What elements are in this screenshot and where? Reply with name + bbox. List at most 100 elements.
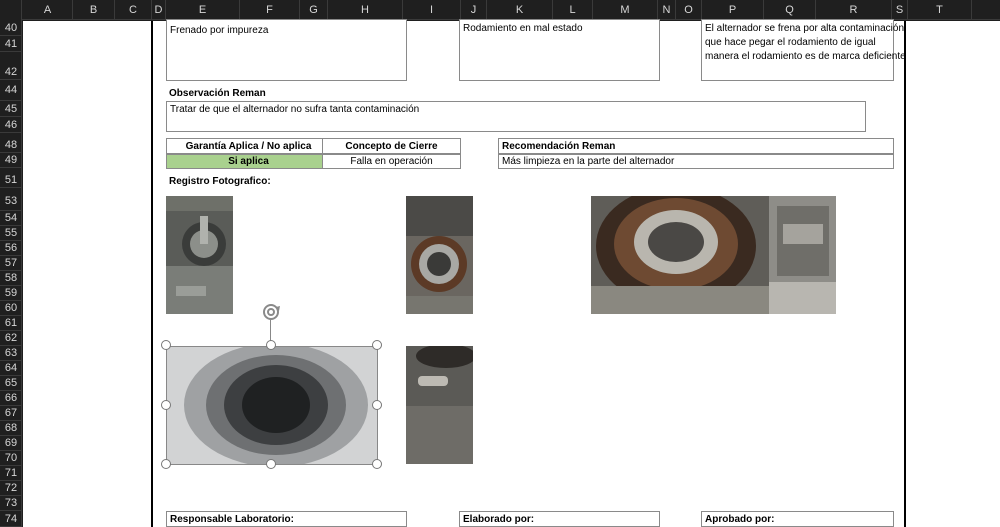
photo-stator-1[interactable] bbox=[406, 196, 473, 314]
column-b[interactable]: B bbox=[73, 0, 115, 20]
garantia-value-cell[interactable]: Si aplica bbox=[166, 154, 331, 169]
column-j[interactable]: J bbox=[461, 0, 487, 20]
column-t[interactable]: T bbox=[908, 0, 972, 20]
resize-handle-top[interactable] bbox=[266, 340, 276, 350]
row-66[interactable]: 66 bbox=[0, 391, 22, 406]
column-d[interactable]: D bbox=[152, 0, 166, 20]
resize-handle-left[interactable] bbox=[161, 400, 171, 410]
causa-text-2: Rodamiento en mal estado bbox=[463, 23, 583, 34]
column-g[interactable]: G bbox=[300, 0, 328, 20]
photo-alternator-2[interactable] bbox=[769, 196, 836, 314]
resize-handle-top-left[interactable] bbox=[161, 340, 171, 350]
column-h[interactable]: H bbox=[328, 0, 403, 20]
elaborado-box[interactable]: Elaborado por: bbox=[459, 511, 660, 527]
row-49[interactable]: 49 bbox=[0, 153, 22, 168]
causa-text-3-line1: El alternador se frena por alta contamin… bbox=[705, 23, 905, 34]
form-border-left bbox=[151, 21, 153, 527]
column-l[interactable]: L bbox=[553, 0, 593, 20]
row-69[interactable]: 69 bbox=[0, 436, 22, 451]
row-48[interactable]: 48 bbox=[0, 133, 22, 153]
row-62[interactable]: 62 bbox=[0, 331, 22, 346]
row-58[interactable]: 58 bbox=[0, 271, 22, 286]
row-71[interactable]: 71 bbox=[0, 466, 22, 481]
column-o[interactable]: O bbox=[676, 0, 702, 20]
column-a[interactable]: A bbox=[23, 0, 73, 20]
stator-photo-image bbox=[406, 196, 473, 314]
row-59[interactable]: 59 bbox=[0, 286, 22, 301]
garantia-title: Garantía Aplica / No aplica bbox=[185, 141, 312, 152]
worksheet[interactable]: Frenado por impureza Rodamiento en mal e… bbox=[23, 19, 1000, 527]
row-55[interactable]: 55 bbox=[0, 226, 22, 241]
row-63[interactable]: 63 bbox=[0, 346, 22, 361]
concepto-header[interactable]: Concepto de Cierre bbox=[322, 138, 461, 154]
column-m[interactable]: M bbox=[593, 0, 658, 20]
row-68[interactable]: 68 bbox=[0, 421, 22, 436]
row-60[interactable]: 60 bbox=[0, 301, 22, 316]
causa-box-2[interactable]: Rodamiento en mal estado bbox=[459, 19, 660, 81]
recomendacion-value: Más limpieza en la parte del alternador bbox=[502, 156, 675, 167]
recomendacion-title: Recomendación Reman bbox=[502, 141, 616, 152]
column-k[interactable]: K bbox=[487, 0, 553, 20]
row-73[interactable]: 73 bbox=[0, 496, 22, 511]
row-54[interactable]: 54 bbox=[0, 211, 22, 226]
row-41[interactable]: 41 bbox=[0, 36, 22, 52]
row-65[interactable]: 65 bbox=[0, 376, 22, 391]
photo-stator-closeup[interactable] bbox=[591, 196, 769, 314]
recomendacion-header[interactable]: Recomendación Reman bbox=[498, 138, 894, 154]
photo-bearing-housing-selected[interactable] bbox=[166, 347, 377, 464]
column-n[interactable]: N bbox=[658, 0, 676, 20]
alternator-photo-image bbox=[166, 196, 233, 314]
causa-box-1[interactable]: Frenado por impureza bbox=[166, 19, 407, 81]
column-e[interactable]: E bbox=[166, 0, 240, 20]
photo-parts[interactable] bbox=[406, 346, 473, 464]
column-p[interactable]: P bbox=[702, 0, 764, 20]
row-70[interactable]: 70 bbox=[0, 451, 22, 466]
concepto-value-cell[interactable]: Falla en operación bbox=[322, 154, 461, 169]
recomendacion-value-cell[interactable]: Más limpieza en la parte del alternador bbox=[498, 154, 894, 169]
row-61[interactable]: 61 bbox=[0, 316, 22, 331]
rotate-handle-icon[interactable] bbox=[261, 302, 281, 322]
aprobado-box[interactable]: Aprobado por: bbox=[701, 511, 894, 527]
bearing-housing-image bbox=[166, 347, 377, 464]
resize-handle-right[interactable] bbox=[372, 400, 382, 410]
column-c[interactable]: C bbox=[115, 0, 152, 20]
row-45[interactable]: 45 bbox=[0, 101, 22, 117]
column-f[interactable]: F bbox=[240, 0, 300, 20]
column-header: A B C D E F G H I J K L M N O P Q R S T bbox=[0, 0, 1000, 20]
column-s[interactable]: S bbox=[892, 0, 908, 20]
resize-handle-bottom-right[interactable] bbox=[372, 459, 382, 469]
observacion-title: Observación Reman bbox=[169, 88, 266, 99]
row-46[interactable]: 46 bbox=[0, 117, 22, 133]
resize-handle-bottom[interactable] bbox=[266, 459, 276, 469]
elaborado-label: Elaborado por: bbox=[463, 514, 535, 525]
row-51[interactable]: 51 bbox=[0, 168, 22, 188]
aprobado-label: Aprobado por: bbox=[705, 514, 775, 525]
select-all-corner[interactable] bbox=[0, 0, 22, 20]
observacion-text: Tratar de que el alternador no sufra tan… bbox=[170, 104, 420, 115]
resize-handle-bottom-left[interactable] bbox=[161, 459, 171, 469]
column-q[interactable]: Q bbox=[764, 0, 816, 20]
garantia-header[interactable]: Garantía Aplica / No aplica bbox=[166, 138, 331, 154]
responsable-box[interactable]: Responsable Laboratorio: bbox=[166, 511, 407, 527]
causa-box-3[interactable]: El alternador se frena por alta contamin… bbox=[701, 19, 906, 81]
row-53[interactable]: 53 bbox=[0, 188, 22, 211]
row-64[interactable]: 64 bbox=[0, 361, 22, 376]
row-56[interactable]: 56 bbox=[0, 241, 22, 256]
column-r[interactable]: R bbox=[816, 0, 892, 20]
resize-handle-top-right[interactable] bbox=[372, 340, 382, 350]
row-57[interactable]: 57 bbox=[0, 256, 22, 271]
row-67[interactable]: 67 bbox=[0, 406, 22, 421]
column-i[interactable]: I bbox=[403, 0, 461, 20]
row-72[interactable]: 72 bbox=[0, 481, 22, 496]
registro-fotografico-title: Registro Fotografico: bbox=[169, 176, 271, 187]
causa-text-3-line2: que hace pegar el rodamiento de igual bbox=[705, 37, 876, 48]
row-74[interactable]: 74 bbox=[0, 511, 22, 527]
observacion-box[interactable]: Tratar de que el alternador no sufra tan… bbox=[166, 101, 866, 132]
photo-alternator-1[interactable] bbox=[166, 196, 233, 314]
row-header: 40 41 42 44 45 46 48 49 51 53 54 55 56 5… bbox=[0, 20, 22, 527]
causa-text-3-line3: manera el rodamiento es de marca deficie… bbox=[705, 51, 906, 62]
row-44[interactable]: 44 bbox=[0, 80, 22, 101]
concepto-value: Falla en operación bbox=[350, 156, 433, 167]
row-42[interactable]: 42 bbox=[0, 52, 22, 80]
row-40[interactable]: 40 bbox=[0, 20, 22, 36]
